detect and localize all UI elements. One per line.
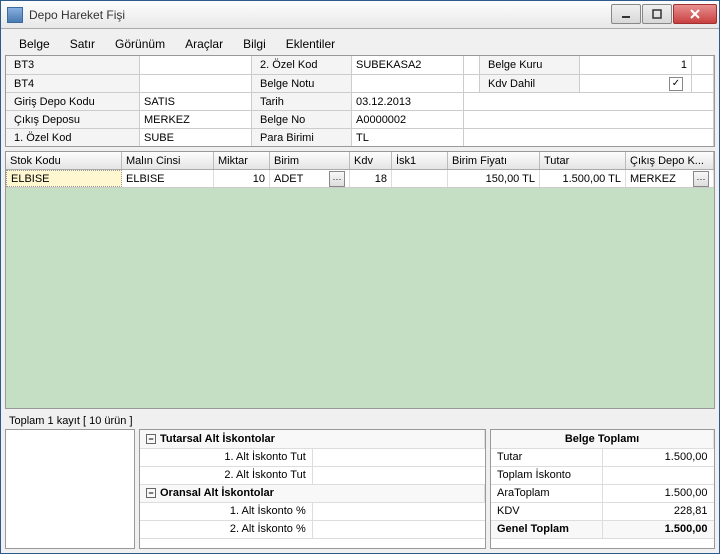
tut2-label: 2. Alt İskonto Tut: [140, 466, 312, 484]
cell-cikis-depo[interactable]: MERKEZ···: [626, 170, 714, 187]
bt4-label: BT4: [6, 75, 140, 92]
tutarsal-header: Tutarsal Alt İskontolar: [160, 433, 275, 445]
menu-gorunum[interactable]: Görünüm: [107, 35, 173, 53]
toplam-iskonto-value: [602, 466, 713, 484]
cell-birim-fiyati[interactable]: 150,00 TL: [448, 170, 540, 187]
aratoplam-label: AraToplam: [491, 484, 602, 502]
left-panel: [5, 429, 135, 549]
col-isk1[interactable]: İsk1: [392, 152, 448, 169]
para-birimi-label: Para Birimi: [252, 129, 352, 146]
close-button[interactable]: [673, 4, 717, 24]
cikis-deposu-value[interactable]: MERKEZ: [140, 111, 252, 128]
cell-tutar[interactable]: 1.500,00 TL: [540, 170, 626, 187]
belge-no-value[interactable]: A0000002: [352, 111, 464, 128]
col-birim-fiyati[interactable]: Birim Fiyatı: [448, 152, 540, 169]
cikis-depo-picker-button[interactable]: ···: [693, 171, 709, 187]
bt3-label: BT3: [6, 56, 140, 74]
kdv-dahil-value[interactable]: ✓: [580, 75, 692, 92]
cell-kdv[interactable]: 18: [350, 170, 392, 187]
bt3-value[interactable]: [140, 56, 252, 74]
belge-kuru-value[interactable]: 1: [580, 56, 692, 74]
cell-isk1[interactable]: [392, 170, 448, 187]
ozel-kod1-label: 1. Özel Kod: [6, 129, 140, 146]
menu-araclar[interactable]: Araçlar: [177, 35, 231, 53]
tarih-value[interactable]: 03.12.2013: [352, 93, 464, 110]
main-window: Depo Hareket Fişi Belge Satır Görünüm Ar…: [0, 0, 720, 554]
cell-miktar[interactable]: 10: [214, 170, 270, 187]
col-stok-kodu[interactable]: Stok Kodu: [6, 152, 122, 169]
aratoplam-value: 1.500,00: [602, 484, 713, 502]
summary-line: Toplam 1 kayıt [ 10 ürün ]: [5, 413, 715, 429]
oransal-header: Oransal Alt İskontolar: [160, 487, 274, 499]
para-birimi-value[interactable]: TL: [352, 129, 464, 146]
titlebar[interactable]: Depo Hareket Fişi: [1, 1, 719, 29]
tarih-label: Tarih: [252, 93, 352, 110]
col-miktar[interactable]: Miktar: [214, 152, 270, 169]
oran2-value[interactable]: [312, 520, 484, 538]
menu-bilgi[interactable]: Bilgi: [235, 35, 274, 53]
col-cikis-depo[interactable]: Çıkış Depo K...: [626, 152, 714, 169]
window-title: Depo Hareket Fişi: [29, 8, 610, 22]
totals-panel: Belge Toplamı Tutar1.500,00 Toplam İskon…: [490, 429, 715, 549]
minimize-button[interactable]: [611, 4, 641, 24]
discounts-panel: −Tutarsal Alt İskontolar 1. Alt İskonto …: [139, 429, 486, 549]
belge-notu-value[interactable]: [352, 75, 464, 92]
maximize-button[interactable]: [642, 4, 672, 24]
tut1-value[interactable]: [312, 448, 484, 466]
menu-eklentiler[interactable]: Eklentiler: [278, 35, 343, 53]
tutar-label: Tutar: [491, 448, 602, 466]
giris-depo-label: Giriş Depo Kodu: [6, 93, 140, 110]
birim-picker-button[interactable]: ···: [329, 171, 345, 187]
form-area: BT3 2. Özel Kod SUBEKASA2 Belge Kuru 1 B…: [5, 55, 715, 147]
oran2-label: 2. Alt İskonto %: [140, 520, 312, 538]
bt4-value[interactable]: [140, 75, 252, 92]
genel-toplam-value: 1.500,00: [602, 520, 713, 538]
grid-area: Stok Kodu Malın Cinsi Miktar Birim Kdv İ…: [5, 151, 715, 409]
cell-stok-kodu[interactable]: ELBISE: [6, 170, 122, 187]
grid-header: Stok Kodu Malın Cinsi Miktar Birim Kdv İ…: [6, 152, 714, 170]
giris-depo-value[interactable]: SATIS: [140, 93, 252, 110]
belge-kuru-label: Belge Kuru: [480, 56, 580, 74]
bottom-area: Toplam 1 kayıt [ 10 ürün ] −Tutarsal Alt…: [5, 413, 715, 549]
cikis-deposu-label: Çıkış Deposu: [6, 111, 140, 128]
tutar-value: 1.500,00: [602, 448, 713, 466]
col-birim[interactable]: Birim: [270, 152, 350, 169]
ozel-kod2-label: 2. Özel Kod: [252, 56, 352, 74]
totals-header: Belge Toplamı: [491, 430, 714, 448]
cell-malin-cinsi[interactable]: ELBISE: [122, 170, 214, 187]
col-tutar[interactable]: Tutar: [540, 152, 626, 169]
app-icon: [7, 7, 23, 23]
oran1-label: 1. Alt İskonto %: [140, 502, 312, 520]
ozel-kod2-value[interactable]: SUBEKASA2: [352, 56, 464, 74]
kdv-value: 228,81: [602, 502, 713, 520]
menu-satir[interactable]: Satır: [62, 35, 103, 53]
kdv-label: KDV: [491, 502, 602, 520]
kdv-dahil-label: Kdv Dahil: [480, 75, 580, 92]
menubar: Belge Satır Görünüm Araçlar Bilgi Eklent…: [5, 33, 715, 55]
table-row[interactable]: ELBISE ELBISE 10 ADET··· 18 150,00 TL 1.…: [6, 170, 714, 188]
col-kdv[interactable]: Kdv: [350, 152, 392, 169]
kdv-dahil-checkbox[interactable]: ✓: [669, 77, 683, 91]
tut2-value[interactable]: [312, 466, 484, 484]
tut1-label: 1. Alt İskonto Tut: [140, 448, 312, 466]
oran1-value[interactable]: [312, 502, 484, 520]
ozel-kod1-value[interactable]: SUBE: [140, 129, 252, 146]
genel-toplam-label: Genel Toplam: [491, 520, 602, 538]
collapse-icon[interactable]: −: [146, 488, 156, 498]
belge-notu-label: Belge Notu: [252, 75, 352, 92]
collapse-icon[interactable]: −: [146, 434, 156, 444]
belge-no-label: Belge No: [252, 111, 352, 128]
grid-body[interactable]: ELBISE ELBISE 10 ADET··· 18 150,00 TL 1.…: [6, 170, 714, 408]
menu-belge[interactable]: Belge: [11, 35, 58, 53]
toplam-iskonto-label: Toplam İskonto: [491, 466, 602, 484]
col-malin-cinsi[interactable]: Malın Cinsi: [122, 152, 214, 169]
cell-birim[interactable]: ADET···: [270, 170, 350, 187]
